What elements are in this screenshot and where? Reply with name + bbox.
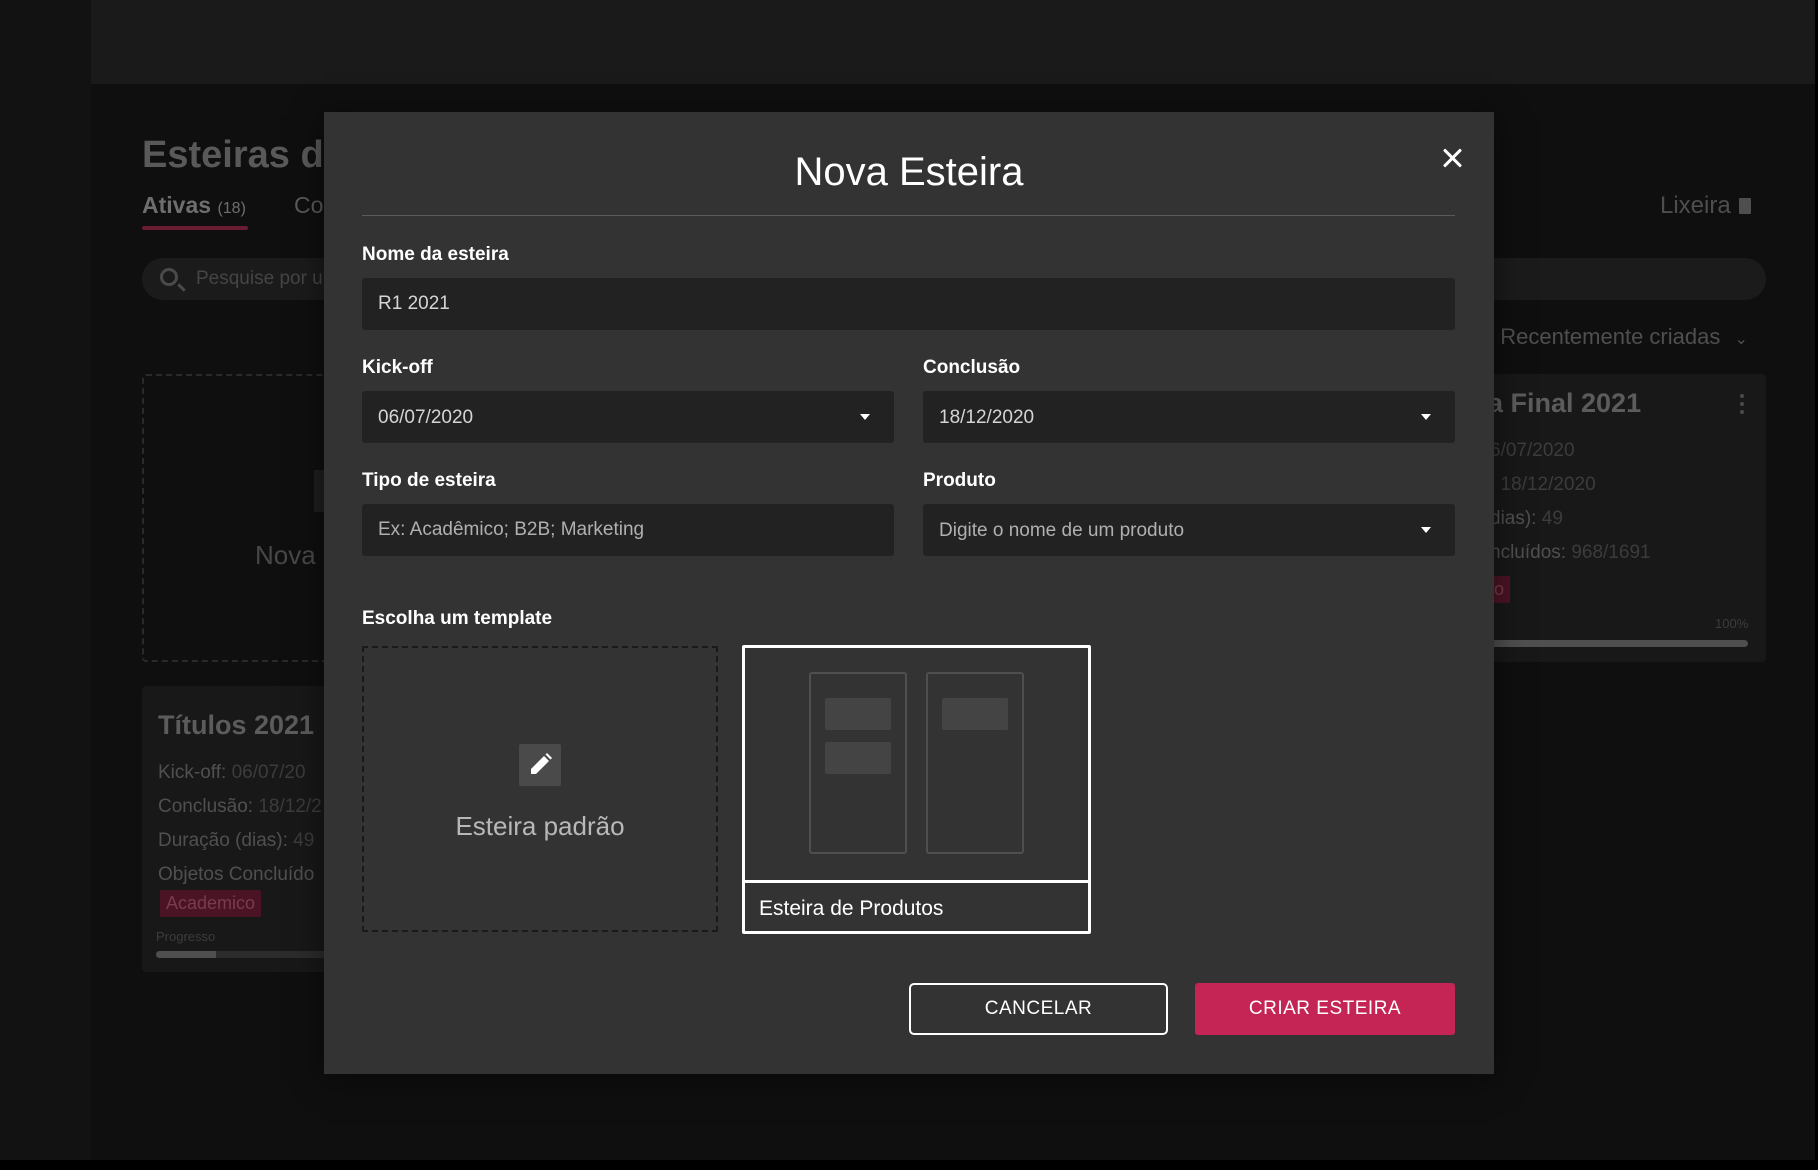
product-label: Produto — [923, 470, 996, 491]
trash-link[interactable]: Lixeira — [1660, 192, 1751, 220]
page-title: Esteiras d — [142, 134, 324, 176]
progress-fill — [156, 951, 216, 958]
conclusion-date-value: 18/12/2020 — [939, 407, 1035, 428]
kebab-menu-icon-dot — [1740, 410, 1744, 414]
board-card-title: a Final 2021 — [1488, 388, 1642, 418]
active-tab-indicator — [142, 226, 248, 230]
template-label: Escolha um template — [362, 608, 553, 629]
board-card-conclusion: Conclusão: 18/12/2 — [158, 796, 322, 817]
product-select[interactable]: Digite o nome de um produto — [923, 504, 1455, 556]
caret-down-icon — [1421, 527, 1431, 533]
trash-icon — [1738, 198, 1751, 214]
board-card-kickoff: Kick-off: 06/07/20 — [158, 762, 306, 783]
board-card-kickoff: 6/07/2020 — [1490, 440, 1575, 461]
product-placeholder: Digite o nome de um produto — [939, 520, 1185, 541]
sort-dropdown[interactable]: : Recentemente criadas ⌄ — [1488, 324, 1748, 350]
progress-fill — [1488, 640, 1748, 647]
kebab-menu-icon[interactable] — [1740, 394, 1744, 398]
app-root: Esteiras d Ativas (18) Co Lixeira Pesqui… — [0, 0, 1818, 1170]
type-input[interactable] — [362, 504, 894, 556]
template-preview-card — [825, 742, 891, 774]
new-board-label: Nova — [255, 540, 316, 570]
close-icon[interactable] — [1440, 145, 1466, 171]
modal-title: Nova Esteira — [794, 150, 1024, 194]
board-card-conclusion: : 18/12/2020 — [1490, 474, 1596, 495]
sort-label: : Recentemente criadas — [1488, 324, 1721, 349]
name-input[interactable] — [362, 278, 1455, 330]
template-products-option[interactable]: Esteira de Produtos — [742, 645, 1091, 934]
template-blank-option[interactable]: Esteira padrão — [362, 646, 718, 932]
name-label: Nome da esteira — [362, 244, 509, 265]
create-board-button[interactable]: CRIAR ESTEIRA — [1195, 983, 1455, 1035]
caret-down-icon — [860, 414, 870, 420]
search-placeholder: Pesquise por u — [196, 268, 323, 289]
tab-ativas-label: Ativas — [142, 192, 212, 218]
kickoff-label: Kick-off — [362, 357, 433, 378]
progress-percent: 100% — [1715, 616, 1749, 631]
board-card-duration: Duração (dias): 49 — [158, 830, 315, 851]
sidebar — [0, 0, 91, 1160]
board-card-duration: dias): 49 — [1490, 508, 1563, 529]
trash-label: Lixeira — [1660, 192, 1731, 219]
conclusion-date-select[interactable]: 18/12/2020 — [923, 391, 1455, 443]
template-preview-column — [809, 672, 907, 854]
board-card-objects: ncluídos: 968/1691 — [1490, 542, 1651, 563]
divider — [362, 215, 1455, 216]
template-preview-card — [942, 698, 1008, 730]
template-preview-card — [825, 698, 891, 730]
template-preview-column — [926, 672, 1024, 854]
caret-down-icon — [1421, 414, 1431, 420]
conclusion-label: Conclusão — [923, 357, 1021, 378]
board-card-objects: Objetos Concluído — [158, 864, 315, 885]
template-blank-label: Esteira padrão — [455, 811, 625, 841]
kickoff-date-select[interactable]: 06/07/2020 — [362, 391, 894, 443]
chevron-down-icon: ⌄ — [1734, 331, 1748, 348]
progress-bar — [1488, 640, 1748, 647]
search-icon — [160, 268, 178, 286]
template-preview — [745, 648, 1088, 880]
board-card-title: Títulos 2021 — [158, 710, 315, 740]
board-card-tag: Academico — [160, 890, 262, 917]
kickoff-date-value: 06/07/2020 — [378, 407, 474, 428]
new-board-modal: Nova Esteira Nome da esteira Kick-off 06… — [324, 112, 1494, 1074]
tab-ativas[interactable]: Ativas (18) — [142, 192, 246, 219]
template-products-footer: Esteira de Produtos — [745, 880, 1088, 931]
progress-label: Progresso — [156, 929, 216, 944]
template-products-label: Esteira de Produtos — [759, 897, 944, 920]
pencil-icon — [519, 744, 561, 786]
cancel-button[interactable]: CANCELAR — [909, 983, 1168, 1035]
tab-concluidas[interactable]: Co — [294, 192, 323, 219]
type-label: Tipo de esteira — [362, 470, 496, 491]
tab-ativas-count: (18) — [217, 200, 246, 217]
kebab-menu-icon-dot — [1740, 402, 1744, 406]
top-bar — [91, 0, 1815, 84]
